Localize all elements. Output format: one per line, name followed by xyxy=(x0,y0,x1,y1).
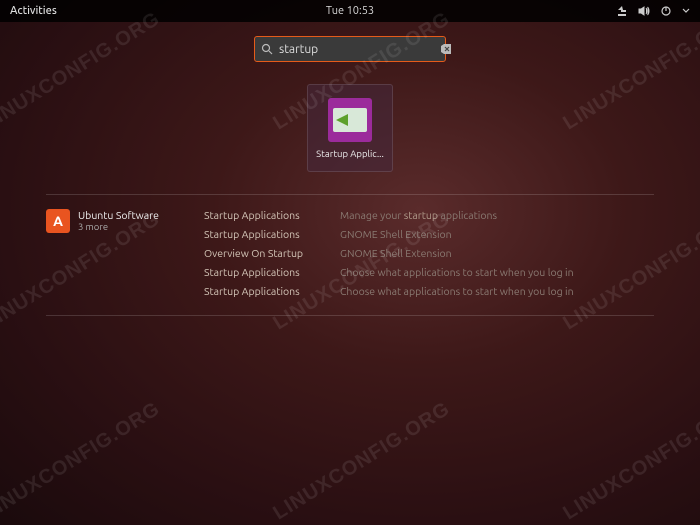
search-result-item[interactable]: Startup Applications GNOME Shell Extensio… xyxy=(204,228,574,240)
search-result-item[interactable]: Startup Applications Manage your startup … xyxy=(204,209,574,221)
result-name: Overview On Startup xyxy=(204,247,322,259)
divider xyxy=(46,315,654,316)
search-result-item[interactable]: Startup Applications Choose what applicat… xyxy=(204,266,574,278)
result-description: Choose what applications to start when y… xyxy=(340,285,574,297)
search-result-item[interactable]: Startup Applications Choose what applicat… xyxy=(204,285,574,297)
app-label: Startup Applic... xyxy=(314,148,386,159)
clock[interactable]: Tue 10:53 xyxy=(326,5,374,17)
software-subtitle: 3 more xyxy=(78,221,159,232)
clear-icon[interactable] xyxy=(440,43,452,55)
watermark: LINUXCONFIG.ORG xyxy=(0,398,164,525)
search-box[interactable] xyxy=(254,36,446,62)
search-input[interactable] xyxy=(279,43,434,56)
search-icon xyxy=(261,43,273,55)
power-icon[interactable] xyxy=(660,5,672,17)
search-result-item[interactable]: Overview On Startup GNOME Shell Extension xyxy=(204,247,574,259)
chevron-down-icon[interactable] xyxy=(682,7,690,15)
top-panel: Activities Tue 10:53 xyxy=(0,0,700,22)
result-name: Startup Applications xyxy=(204,228,322,240)
startup-app-icon xyxy=(328,98,372,142)
result-name: Startup Applications xyxy=(204,266,322,278)
volume-icon[interactable] xyxy=(638,5,650,17)
activities-button[interactable]: Activities xyxy=(10,5,57,17)
result-description: Manage your startup applications xyxy=(340,209,497,221)
ubuntu-software-group[interactable]: A Ubuntu Software 3 more xyxy=(46,209,186,233)
system-tray[interactable] xyxy=(616,5,690,17)
result-name: Startup Applications xyxy=(204,285,322,297)
app-results: Startup Applic... xyxy=(0,84,700,172)
result-description: GNOME Shell Extension xyxy=(340,228,452,240)
network-icon[interactable] xyxy=(616,5,628,17)
result-description: Choose what applications to start when y… xyxy=(340,266,574,278)
result-description: GNOME Shell Extension xyxy=(340,247,452,259)
watermark: LINUXCONFIG.ORG xyxy=(269,398,454,525)
app-tile-startup-applications[interactable]: Startup Applic... xyxy=(307,84,393,172)
search-container xyxy=(0,36,700,62)
shopping-bag-icon: A xyxy=(46,209,70,233)
divider xyxy=(46,194,654,195)
result-name: Startup Applications xyxy=(204,209,322,221)
search-results-list: A Ubuntu Software 3 more Startup Applica… xyxy=(46,194,654,316)
software-title: Ubuntu Software xyxy=(78,209,159,221)
watermark: LINUXCONFIG.ORG xyxy=(559,398,700,525)
